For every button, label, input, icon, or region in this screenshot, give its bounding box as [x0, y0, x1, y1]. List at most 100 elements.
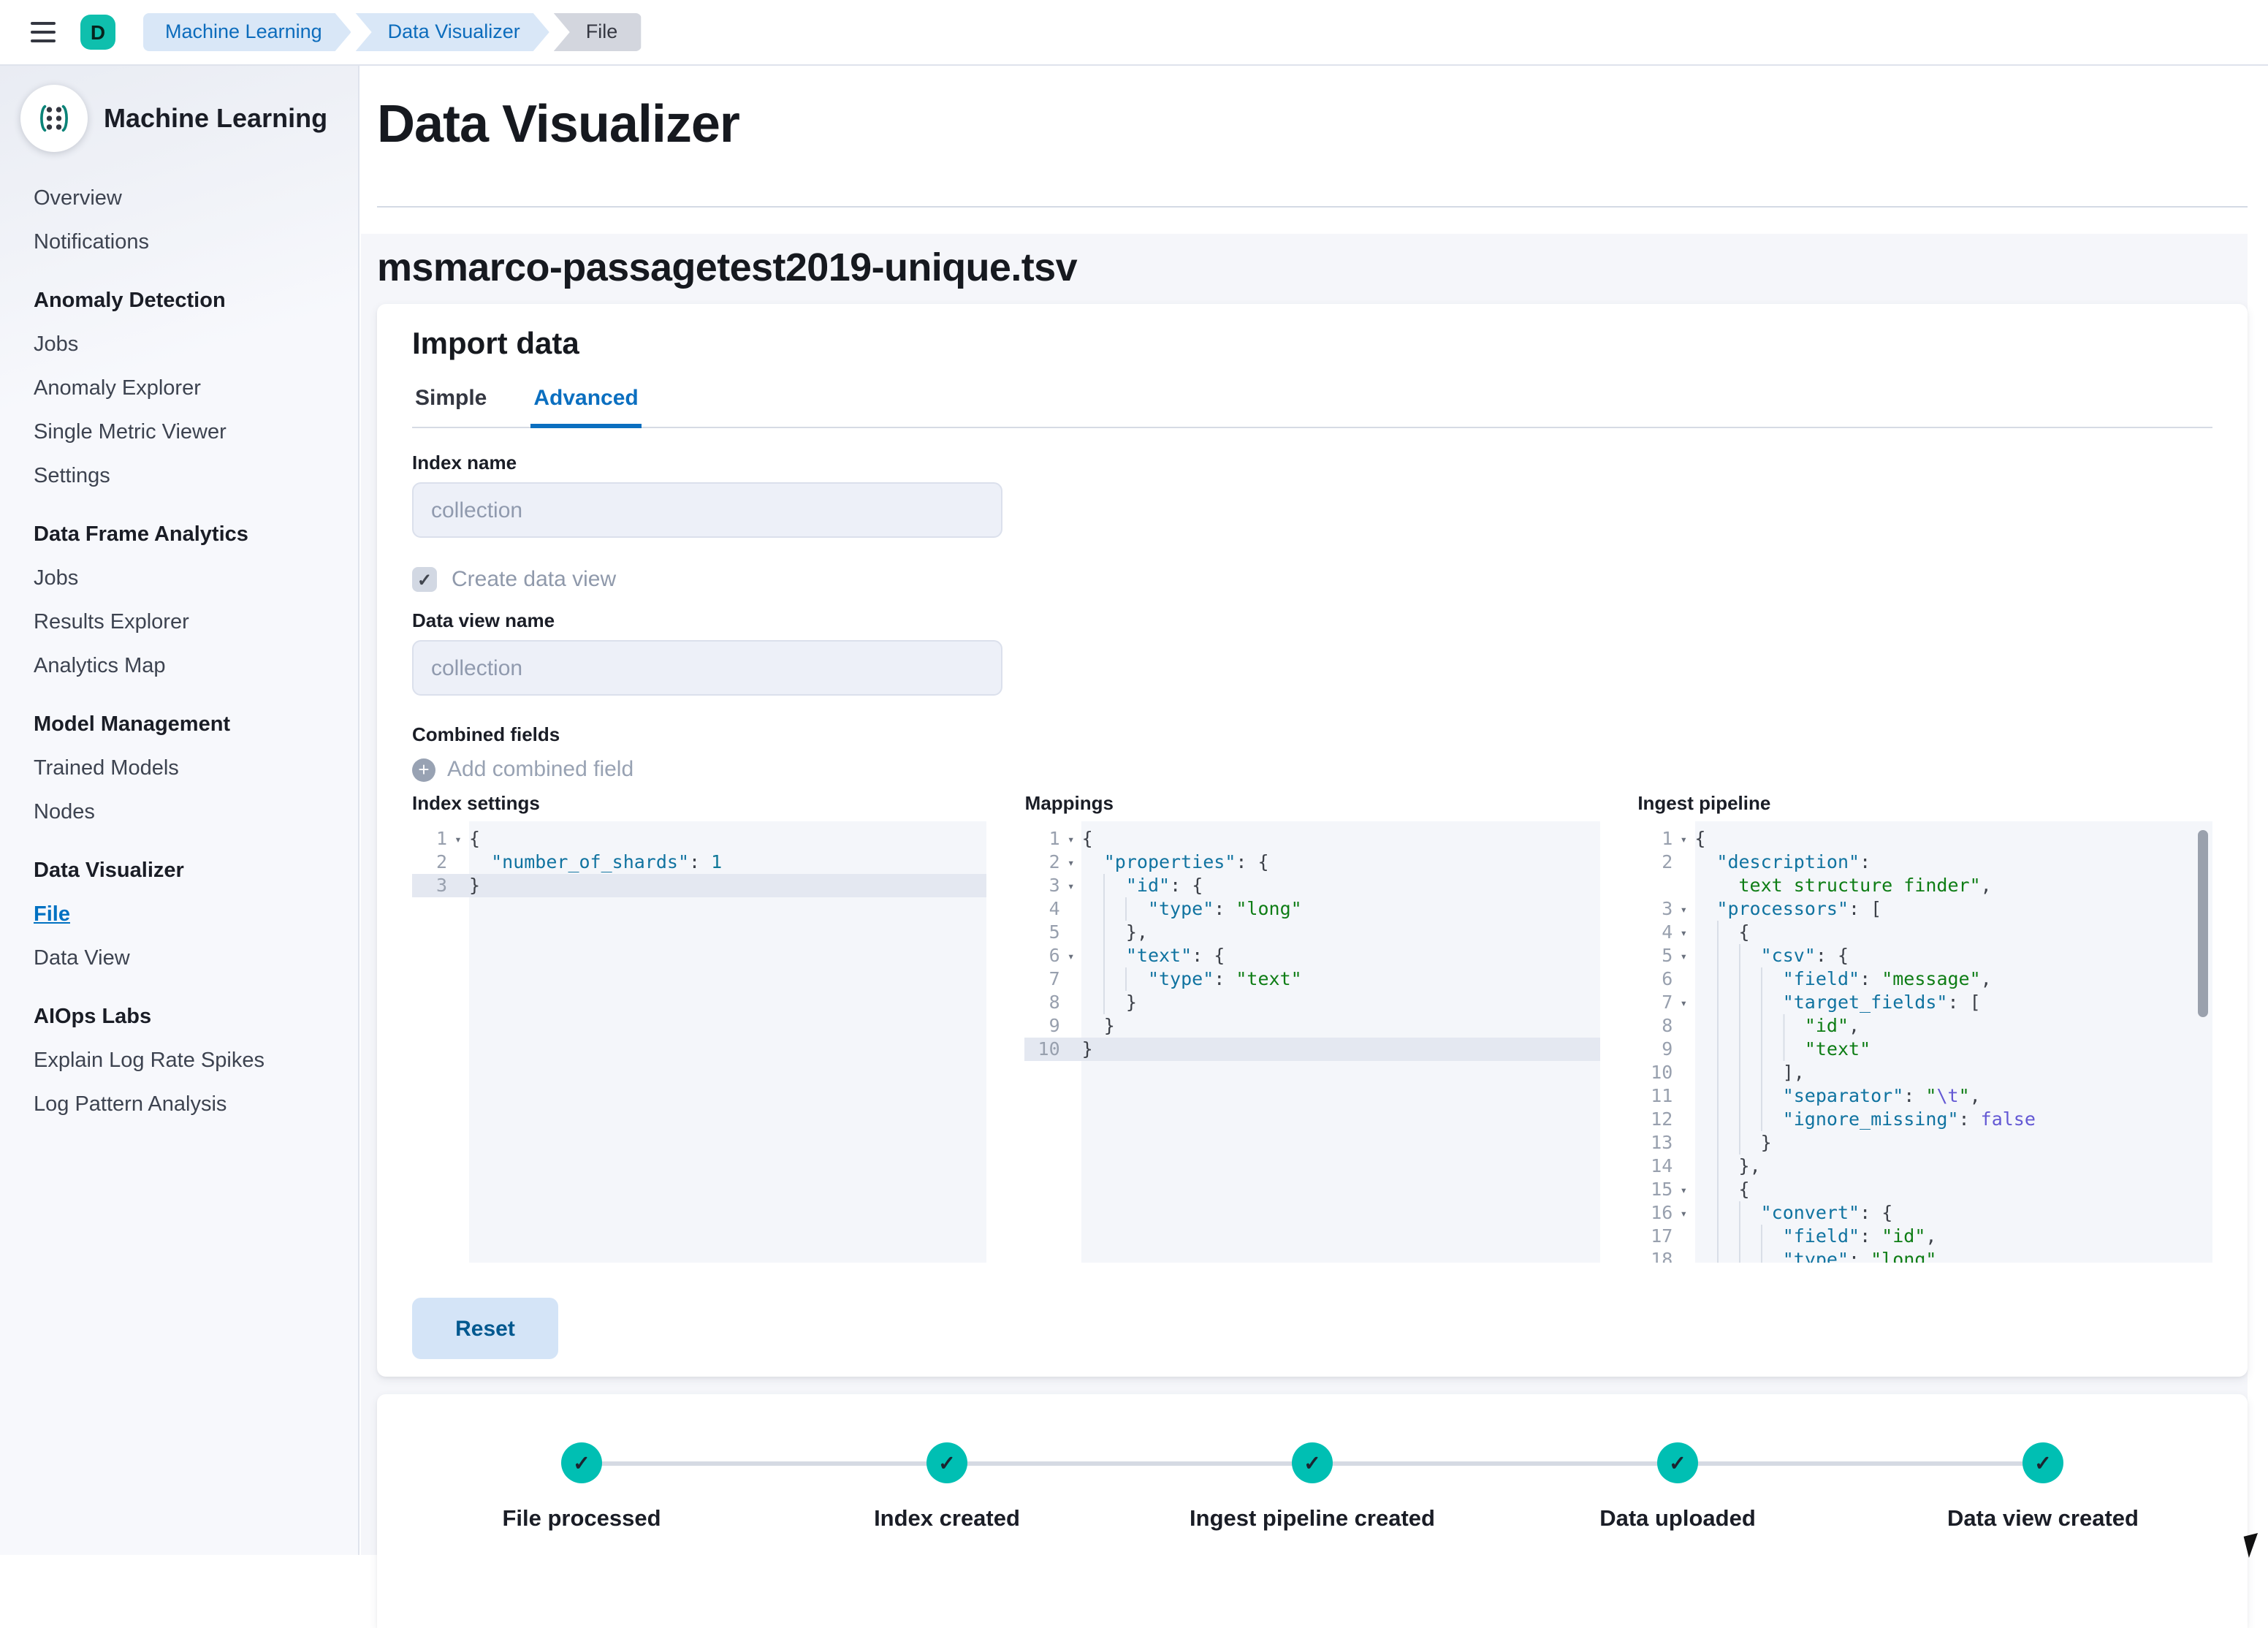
sidebar-item-anomaly-detection-anomaly-explorer[interactable]: Anomaly Explorer [34, 377, 201, 400]
add-combined-field-button: + Add combined field [412, 757, 2212, 782]
fold-arrow-icon[interactable]: ▾ [1060, 851, 1082, 874]
step-check-icon: ✓ [561, 1442, 602, 1483]
code-line: 7"type": "text" [1025, 967, 1600, 991]
breadcrumb: Machine LearningData VisualizerFile [143, 13, 641, 51]
main-content: Data Visualizer msmarco-passagetest2019-… [361, 64, 2268, 1555]
sidebar: Machine Learning Overview Notifications An… [0, 64, 359, 1555]
fold-arrow-icon[interactable]: ▾ [1673, 991, 1694, 1014]
step-check-icon: ✓ [2022, 1442, 2063, 1483]
index-settings-editor[interactable]: 1▾{2"number_of_shards": 13} [412, 821, 987, 1263]
deployment-badge[interactable]: D [80, 15, 115, 50]
code-line: 14}, [1637, 1155, 2212, 1178]
sidebar-item-data-frame-analytics-analytics-map[interactable]: Analytics Map [34, 655, 166, 678]
code-line: 3▾"id": { [1025, 874, 1600, 897]
code-line: 10} [1025, 1038, 1600, 1061]
fold-arrow-icon[interactable]: ▾ [1673, 827, 1694, 851]
sidebar-item-data-visualizer-file[interactable]: File [34, 903, 70, 927]
code-line: 5}, [1025, 921, 1600, 944]
add-combined-field-label: Add combined field [447, 757, 633, 782]
code-line: 7▾"target_fields": [ [1637, 991, 2212, 1014]
sidebar-item-model-management-trained-models[interactable]: Trained Models [34, 757, 179, 780]
fold-arrow-icon[interactable]: ▾ [1673, 1201, 1694, 1225]
index-settings-label: Index settings [412, 792, 987, 814]
code-line: 1▾{ [1637, 827, 2212, 851]
code-line: 16▾"convert": { [1637, 1201, 2212, 1225]
file-name-title: msmarco-passagetest2019-unique.tsv [377, 246, 2248, 291]
fold-arrow-icon[interactable]: ▾ [1060, 827, 1082, 851]
nav-section-anomaly-detection: Anomaly Detection [34, 289, 358, 313]
import-data-card: Import data SimpleAdvanced Index name ✓ … [377, 304, 2248, 1377]
import-progress-card: ✓ File processed ✓Index created ✓Ingest pip… [377, 1394, 2248, 1628]
code-line: 6"field": "message", [1637, 967, 2212, 991]
app-root: D Machine LearningData VisualizerFile Ma… [0, 0, 2268, 1555]
import-tabs: Simple Advanced [412, 383, 2212, 428]
hamburger-menu-icon[interactable] [25, 15, 61, 49]
code-line: 3} [412, 874, 987, 897]
step-data-uploaded: ✓ Data uploaded [1531, 1442, 1824, 1533]
sidebar-item-overview[interactable]: Overview [34, 187, 122, 210]
code-line: 17"field": "id", [1637, 1225, 2212, 1248]
step-label: Data uploaded [1599, 1507, 1756, 1533]
nav-section-data-visualizer: Data Visualizer [34, 859, 358, 883]
sidebar-title: Machine Learning [104, 103, 327, 134]
editors-row: Index settings1▾{2"number_of_shards": 13… [412, 792, 2212, 1263]
step-file-processed: ✓ File processed [435, 1442, 728, 1533]
step-label: File processed [502, 1507, 661, 1533]
fold-arrow-icon[interactable]: ▾ [1060, 944, 1082, 967]
code-line: 15▾{ [1637, 1178, 2212, 1201]
step-index-created: ✓Index created [801, 1442, 1093, 1533]
fold-arrow-icon[interactable]: ▾ [1673, 944, 1694, 967]
code-line: 9} [1025, 1014, 1600, 1038]
step-ingest-pipeline-created: ✓Ingest pipeline created [1166, 1442, 1458, 1533]
ingest-pipeline-editor[interactable]: 1▾{2"description": text structure finder… [1637, 821, 2212, 1263]
code-line: 8"id", [1637, 1014, 2212, 1038]
code-line: 2"description": [1637, 851, 2212, 874]
sidebar-item-anomaly-detection-single-metric-viewer[interactable]: Single Metric Viewer [34, 421, 227, 444]
code-line: 3▾"processors": [ [1637, 897, 2212, 921]
top-navigation-bar: D Machine LearningData VisualizerFile [0, 0, 2268, 66]
tab-advanced[interactable]: Advanced [530, 383, 641, 428]
code-line: 18"type": "long", [1637, 1248, 2212, 1263]
sidebar-item-aiops-labs-explain-log-rate-spikes[interactable]: Explain Log Rate Spikes [34, 1049, 265, 1073]
nav-section-model-management: Model Management [34, 713, 358, 737]
sidebar-item-data-frame-analytics-jobs[interactable]: Jobs [34, 567, 78, 590]
code-line: text structure finder", [1637, 874, 2212, 897]
mappings-editor[interactable]: 1▾{2▾"properties": {3▾"id": {4"type": "l… [1025, 821, 1600, 1263]
sidebar-item-notifications[interactable]: Notifications [34, 231, 149, 254]
sidebar-item-anomaly-detection-jobs[interactable]: Jobs [34, 333, 78, 357]
fold-arrow-icon[interactable]: ▾ [1673, 921, 1694, 944]
code-line: 2▾"properties": { [1025, 851, 1600, 874]
nav-section-data-frame-analytics: Data Frame Analytics [34, 523, 358, 547]
fold-arrow-icon[interactable]: ▾ [447, 827, 469, 851]
code-line: 13} [1637, 1131, 2212, 1155]
code-line: 12"ignore_missing": false [1637, 1108, 2212, 1131]
breadcrumb-machine-learning[interactable]: Machine Learning [143, 13, 351, 51]
code-line: 1▾{ [1025, 827, 1600, 851]
breadcrumb-data-visualizer[interactable]: Data Visualizer [356, 13, 549, 51]
editor-scrollbar[interactable] [2198, 830, 2208, 1017]
nav-section-aiops-labs: AIOps Labs [34, 1005, 358, 1029]
code-line: 4"type": "long" [1025, 897, 1600, 921]
reset-button[interactable]: Reset [412, 1298, 558, 1359]
tab-simple[interactable]: Simple [412, 383, 490, 428]
code-line: 2"number_of_shards": 1 [412, 851, 987, 874]
sidebar-item-aiops-labs-log-pattern-analysis[interactable]: Log Pattern Analysis [34, 1093, 227, 1117]
step-check-icon: ✓ [1657, 1442, 1698, 1483]
data-view-name-input [412, 640, 1002, 696]
sidebar-item-data-frame-analytics-results-explorer[interactable]: Results Explorer [34, 611, 189, 634]
code-line: 4▾{ [1637, 921, 2212, 944]
fold-arrow-icon[interactable]: ▾ [1673, 1178, 1694, 1201]
sidebar-item-data-visualizer-data-view[interactable]: Data View [34, 947, 130, 970]
fold-arrow-icon[interactable]: ▾ [1673, 897, 1694, 921]
machine-learning-app-icon [20, 85, 88, 152]
sidebar-item-model-management-nodes[interactable]: Nodes [34, 801, 95, 824]
code-line: 11"separator": "\t", [1637, 1084, 2212, 1108]
fold-arrow-icon[interactable]: ▾ [1060, 874, 1082, 897]
import-data-title: Import data [412, 327, 2212, 362]
code-line: 1▾{ [412, 827, 987, 851]
code-line: 10], [1637, 1061, 2212, 1084]
data-view-name-label: Data view name [412, 609, 2212, 631]
index-name-label: Index name [412, 452, 2212, 473]
sidebar-item-anomaly-detection-settings[interactable]: Settings [34, 465, 110, 488]
progress-stepper: ✓ File processed ✓Index created ✓Ingest pip… [435, 1394, 2189, 1533]
